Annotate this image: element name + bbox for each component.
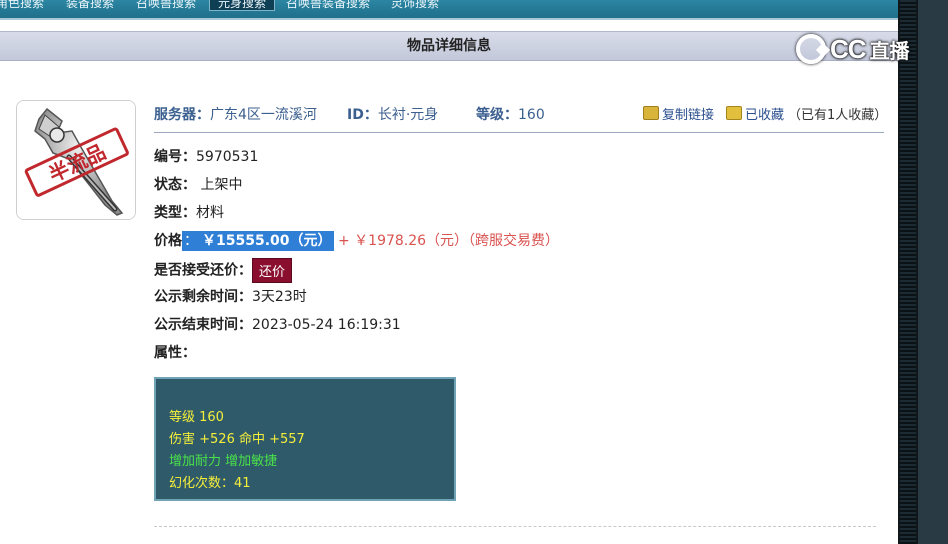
attr-bonus: 增加耐力 增加敏捷 xyxy=(169,454,278,469)
favorited-label[interactable]: 已收藏 xyxy=(745,108,784,123)
server-label: 服务器： xyxy=(154,107,210,123)
copy-link-action[interactable]: 复制链接 xyxy=(643,104,714,123)
remaining-time-label: 公示剩余时间： xyxy=(154,289,252,305)
serial-label: 编号： xyxy=(154,149,196,165)
price-value: ￥15555.00（元） xyxy=(200,231,334,251)
tab-lingshi-search[interactable]: 灵饰搜索 xyxy=(383,0,447,10)
price-plus: + xyxy=(333,233,355,249)
attribute-label: 属性： xyxy=(154,345,196,361)
counter-offer-button[interactable]: 还价 xyxy=(252,258,293,283)
end-time-row: 公示结束时间：2023-05-24 16:19:31 xyxy=(154,314,401,334)
staff-item-icon: 半流品 xyxy=(17,101,135,219)
cc-logo-icon xyxy=(796,34,826,64)
type-row: 类型：材料 xyxy=(154,202,224,222)
right-edge-strip xyxy=(898,0,948,544)
serial-row: 编号：5970531 xyxy=(154,146,258,166)
tab-role-search[interactable]: 角色搜索 xyxy=(0,0,52,10)
price-colon-selected: ： xyxy=(182,231,200,251)
tab-yuanshen-search[interactable]: 元身搜索 xyxy=(209,0,276,11)
status-value: 上架中 xyxy=(200,177,243,193)
remaining-time-value: 3天23时 xyxy=(252,289,307,305)
info-divider xyxy=(154,132,884,133)
attribute-box: 等级 160 伤害 +526 命中 +557 增加耐力 增加敏捷 幻化次数：41 xyxy=(154,377,456,501)
tab-summon-equipment-search[interactable]: 召唤兽装备搜索 xyxy=(278,0,378,10)
price-label: 价格 xyxy=(154,233,182,249)
end-time-label: 公示结束时间： xyxy=(154,317,252,333)
favorite-action[interactable]: 已收藏 xyxy=(726,104,784,123)
favorite-folder-icon xyxy=(726,106,742,120)
cross-server-fee: ￥1978.26（元）（跨服交易费） xyxy=(354,233,560,249)
counter-offer-label: 是否接受还价： xyxy=(154,262,252,279)
attribute-row: 属性： xyxy=(154,342,196,362)
bottom-divider xyxy=(154,526,876,527)
id-value: 长衬·元身 xyxy=(377,107,439,123)
window-edge xyxy=(918,0,948,544)
copy-link-icon xyxy=(643,106,659,120)
scroll-track[interactable] xyxy=(900,0,916,544)
level-field: 等级：160 xyxy=(476,104,545,124)
attr-damage-hit: 伤害 +526 命中 +557 xyxy=(169,432,305,447)
id-label: ID： xyxy=(347,107,378,123)
attr-level: 等级 160 xyxy=(169,410,224,425)
status-row: 状态： 上架中 xyxy=(154,174,242,194)
tab-summon-search[interactable]: 召唤兽搜索 xyxy=(128,0,204,10)
server-field: 服务器：广东4区一流溪河 xyxy=(154,104,317,124)
remaining-time-row: 公示剩余时间：3天23时 xyxy=(154,286,307,306)
cc-live-watermark: CC 直播 xyxy=(796,32,910,66)
end-time-value: 2023-05-24 16:19:31 xyxy=(252,317,401,333)
type-value: 材料 xyxy=(196,205,224,221)
item-info-row: 服务器：广东4区一流溪河 ID：长衬·元身 等级：160 复制链接 已收藏 （已… xyxy=(154,104,888,124)
attr-transform-count: 幻化次数：41 xyxy=(169,476,251,491)
type-label: 类型： xyxy=(154,205,196,221)
counter-offer-row: 是否接受还价： 还价 xyxy=(154,258,293,283)
cc-logo-text-2: 直播 xyxy=(869,38,910,63)
id-field: ID：长衬·元身 xyxy=(347,104,438,124)
status-label: 状态： xyxy=(154,177,196,193)
panel-title: 物品详细信息 xyxy=(0,31,898,61)
price-row: 价格： ￥15555.00（元） + ￥1978.26（元）（跨服交易费） xyxy=(154,230,560,251)
copy-link-label[interactable]: 复制链接 xyxy=(662,108,714,123)
tab-equipment-search[interactable]: 装备搜索 xyxy=(58,0,122,10)
favorite-count: （已有1人收藏） xyxy=(788,108,888,123)
serial-value: 5970531 xyxy=(196,149,259,165)
top-nav: 角色搜索 装备搜索 召唤兽搜索 元身搜索 召唤兽装备搜索 灵饰搜索 xyxy=(0,0,898,20)
level-value: 160 xyxy=(518,107,545,123)
item-image: 半流品 xyxy=(16,100,136,220)
server-value: 广东4区一流溪河 xyxy=(210,107,317,123)
cc-logo-text: CC xyxy=(830,33,867,64)
level-label: 等级： xyxy=(476,107,518,123)
